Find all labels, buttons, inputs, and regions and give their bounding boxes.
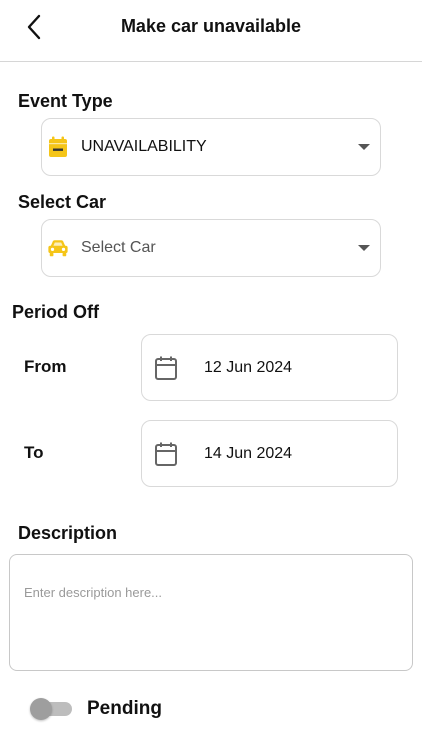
select-car-placeholder: Select Car	[81, 239, 156, 256]
select-car-dropdown[interactable]: Select Car	[41, 219, 381, 277]
from-date-value: 12 Jun 2024	[204, 358, 293, 376]
caret-down-icon	[358, 144, 370, 150]
app-header: Make car unavailable	[0, 0, 422, 62]
period-off-label: Period Off	[12, 302, 100, 322]
pending-label: Pending	[87, 698, 162, 719]
calendar-icon	[154, 441, 178, 467]
caret-down-icon	[358, 245, 370, 251]
page-title: Make car unavailable	[120, 16, 302, 36]
from-label: From	[24, 357, 67, 376]
to-date-field[interactable]: 14 Jun 2024	[141, 420, 398, 487]
to-label: To	[24, 443, 44, 462]
select-car-label: Select Car	[18, 192, 107, 212]
event-type-label: Event Type	[18, 91, 113, 111]
calendar-icon	[154, 355, 178, 381]
description-label: Description	[18, 523, 118, 543]
description-input[interactable]	[9, 554, 413, 671]
toggle-thumb	[30, 698, 52, 720]
from-date-field[interactable]: 12 Jun 2024	[141, 334, 398, 401]
car-icon	[47, 236, 69, 260]
calendar-minus-icon	[47, 135, 69, 159]
pending-toggle[interactable]	[30, 698, 72, 720]
to-date-value: 14 Jun 2024	[204, 444, 293, 462]
event-type-value: UNAVAILABILITY	[81, 138, 207, 155]
event-type-dropdown[interactable]: UNAVAILABILITY	[41, 118, 381, 176]
